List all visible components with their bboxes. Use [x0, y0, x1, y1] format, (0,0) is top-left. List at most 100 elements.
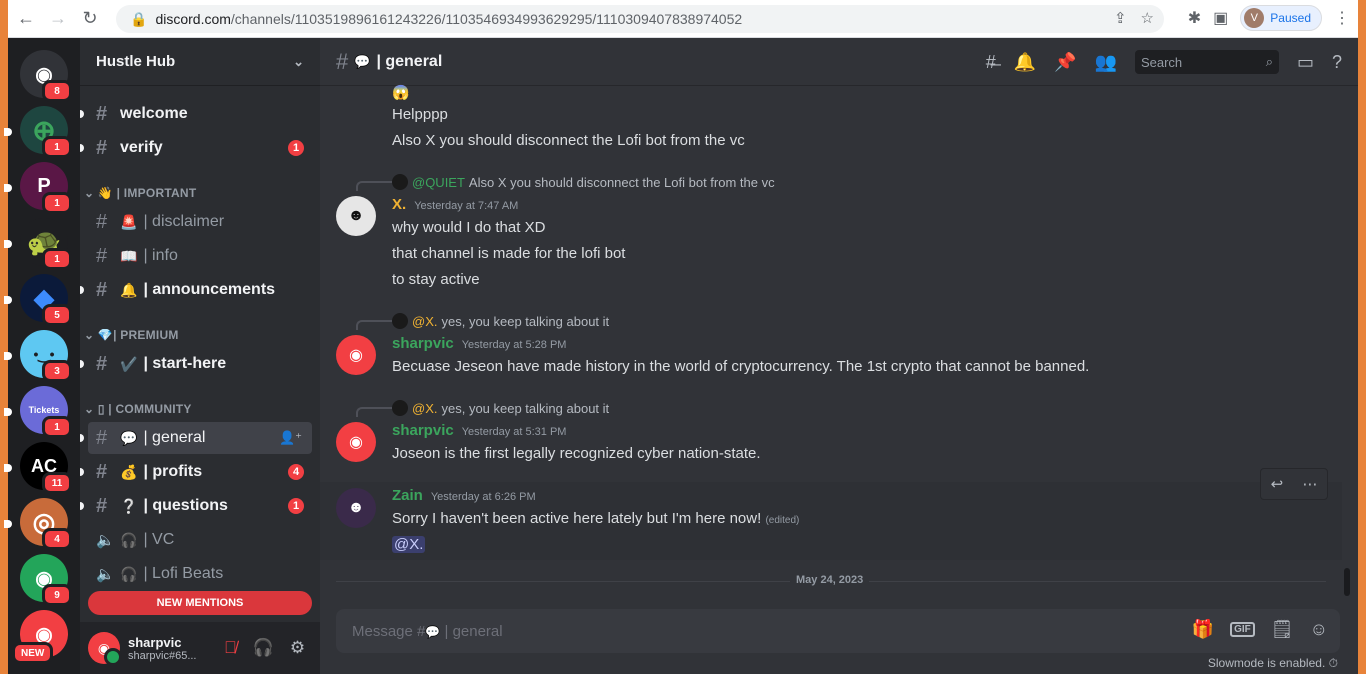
- sticker-icon[interactable]: 🗒: [1271, 619, 1294, 640]
- inbox-icon[interactable]: ▭: [1297, 52, 1314, 73]
- notification-bell-icon[interactable]: 🔔: [1014, 52, 1036, 73]
- server-add-icon[interactable]: ⊕ 1: [20, 106, 72, 158]
- emoji-icon[interactable]: ☺: [1310, 619, 1328, 640]
- channel-info[interactable]: # 📖 | info: [88, 240, 312, 272]
- message-line: @X.: [392, 535, 426, 555]
- reply-preview[interactable]: @X. yes, you keep talking about it: [392, 400, 609, 416]
- gif-button[interactable]: GIF: [1230, 622, 1255, 637]
- unread-pill: [4, 296, 12, 304]
- user-avatar[interactable]: ◉: [88, 632, 122, 666]
- reload-icon[interactable]: ↻: [76, 5, 104, 33]
- channel-start-here[interactable]: # ✔️ | start-here: [80, 348, 312, 380]
- channel-announcements[interactable]: # 🔔 | announcements: [80, 274, 312, 306]
- settings-gear-icon[interactable]: ⚙: [290, 638, 305, 658]
- channel-verify[interactable]: # verify 1: [80, 132, 312, 164]
- search-placeholder: Search: [1140, 54, 1183, 70]
- hash-icon: #: [96, 102, 108, 125]
- scrollbar-thumb[interactable]: [1344, 568, 1350, 596]
- reply-avatar: [392, 174, 408, 190]
- extensions-icon[interactable]: ✱: [1188, 8, 1201, 28]
- back-icon[interactable]: ←: [12, 5, 40, 33]
- channel-profits[interactable]: # 💰 | profits 4: [80, 456, 312, 488]
- message-author[interactable]: X.: [392, 196, 406, 213]
- category-community[interactable]: ⌄ ▯ | COMMUNITY: [84, 402, 192, 416]
- server-diamond-icon[interactable]: ◆ 5: [20, 274, 72, 326]
- badge: 1: [42, 136, 72, 158]
- new-mentions-button[interactable]: NEW MENTIONS: [88, 591, 312, 615]
- channel-vc[interactable]: 🔈 🎧 | VC: [88, 524, 312, 556]
- message-author[interactable]: sharpvic: [392, 335, 454, 352]
- pin-icon[interactable]: 📌: [1054, 52, 1076, 73]
- search-input[interactable]: Search ⌕: [1134, 50, 1279, 74]
- url-path: /channels/1103519896161243226/1103546934…: [230, 11, 743, 27]
- channel-disclaimer[interactable]: # 🚨 | disclaimer: [88, 206, 312, 238]
- reply-preview[interactable]: @X. yes, you keep talking about it: [392, 313, 609, 329]
- browser-menu-icon[interactable]: ⋮: [1334, 8, 1350, 28]
- reply-preview[interactable]: @QUIET Also X you should disconnect the …: [392, 174, 775, 190]
- channel-general[interactable]: # 💬 | general 👤⁺: [80, 422, 312, 454]
- server-ac-icon[interactable]: AC 11: [20, 442, 72, 494]
- channel-lofi-beats[interactable]: 🔈 🎧 | Lofi Beats: [88, 558, 312, 590]
- channel-label: welcome: [120, 105, 188, 122]
- server-p-icon[interactable]: P1: [20, 162, 72, 214]
- guild-header[interactable]: Hustle Hub ⌄: [80, 38, 320, 86]
- channel-welcome[interactable]: # welcome: [80, 98, 312, 130]
- bell-icon: 🔔: [120, 281, 138, 298]
- reply-author: @X.: [412, 400, 438, 416]
- category-important[interactable]: ⌄ 👋 | IMPORTANT: [84, 186, 196, 200]
- user-mention[interactable]: @X.: [392, 536, 426, 553]
- user-panel: ◉ sharpvic sharpvic#65... 🎙̸ 🎧 ⚙: [80, 622, 320, 674]
- reply-arrow-icon[interactable]: ↩: [1271, 475, 1284, 493]
- headset-icon[interactable]: 🎧: [253, 638, 274, 658]
- avatar[interactable]: ◉: [336, 335, 376, 375]
- profile-status: Paused: [1270, 11, 1311, 25]
- message-line: to stay active: [392, 271, 480, 288]
- avatar[interactable]: ◉: [336, 422, 376, 462]
- composer-placeholder: Message #💬 | general: [352, 623, 503, 640]
- hash-icon: #: [96, 244, 108, 267]
- server-ring-icon[interactable]: ◎ 4: [20, 498, 72, 550]
- user-tag: sharpvic#65...: [128, 649, 197, 662]
- message-input[interactable]: Message #💬 | general 🎁 GIF 🗒 ☺: [336, 609, 1340, 653]
- unread-pill: [4, 184, 12, 192]
- mute-mic-icon[interactable]: 🎙̸: [224, 638, 237, 658]
- server-green-icon[interactable]: ◉ 9: [20, 554, 72, 606]
- badge: 3: [42, 360, 72, 382]
- help-icon[interactable]: ?: [1332, 52, 1342, 73]
- unread-pill: [4, 240, 12, 248]
- bookmark-star-icon[interactable]: ☆: [1141, 9, 1154, 27]
- unread-indicator: [80, 360, 84, 368]
- threads-icon[interactable]: #̶: [986, 52, 996, 73]
- channel-questions[interactable]: # ❔ | questions 1: [80, 490, 312, 522]
- category-premium[interactable]: ⌄ 💎| PREMIUM: [84, 328, 179, 342]
- channel-label: | announcements: [143, 281, 276, 298]
- invite-member-icon[interactable]: 👤⁺: [279, 430, 302, 446]
- share-icon[interactable]: ⇪: [1114, 9, 1127, 27]
- side-panel-icon[interactable]: ▣: [1213, 8, 1228, 28]
- message-author[interactable]: Zain: [392, 487, 423, 504]
- member-list-icon[interactable]: 👥: [1095, 52, 1117, 73]
- avatar[interactable]: ☻: [336, 196, 376, 236]
- window-edge-left: [0, 0, 8, 674]
- server-tickets-icon[interactable]: Tickets 1: [20, 386, 72, 438]
- message-author[interactable]: sharpvic: [392, 422, 454, 439]
- server-red-icon[interactable]: ◉ NEW: [12, 610, 68, 664]
- forward-icon[interactable]: →: [44, 5, 72, 33]
- more-options-icon[interactable]: ⋯: [1302, 475, 1317, 493]
- message-actions: ↩ ⋯: [1260, 468, 1328, 500]
- badge: 8: [42, 80, 72, 102]
- channel-label: | VC: [143, 531, 175, 548]
- address-bar[interactable]: 🔒 discord.com/channels/11035198961612432…: [116, 5, 1164, 33]
- unread-indicator: [80, 144, 84, 152]
- profile-button[interactable]: V Paused: [1240, 5, 1322, 31]
- avatar[interactable]: ☻: [336, 488, 376, 528]
- lock-icon: 🔒: [130, 10, 148, 27]
- online-status-icon: [104, 648, 122, 666]
- gift-icon[interactable]: 🎁: [1192, 619, 1214, 640]
- message-line: why would I do that XD: [392, 219, 546, 236]
- reply-text: Also X you should disconnect the Lofi bo…: [468, 174, 775, 190]
- category-label: | IMPORTANT: [116, 186, 197, 200]
- server-blue-face-icon[interactable]: •‿• 3: [20, 330, 72, 382]
- server-turtle-icon[interactable]: 🐢 1: [20, 218, 72, 270]
- discord-home-icon[interactable]: ◉ 8: [20, 50, 72, 102]
